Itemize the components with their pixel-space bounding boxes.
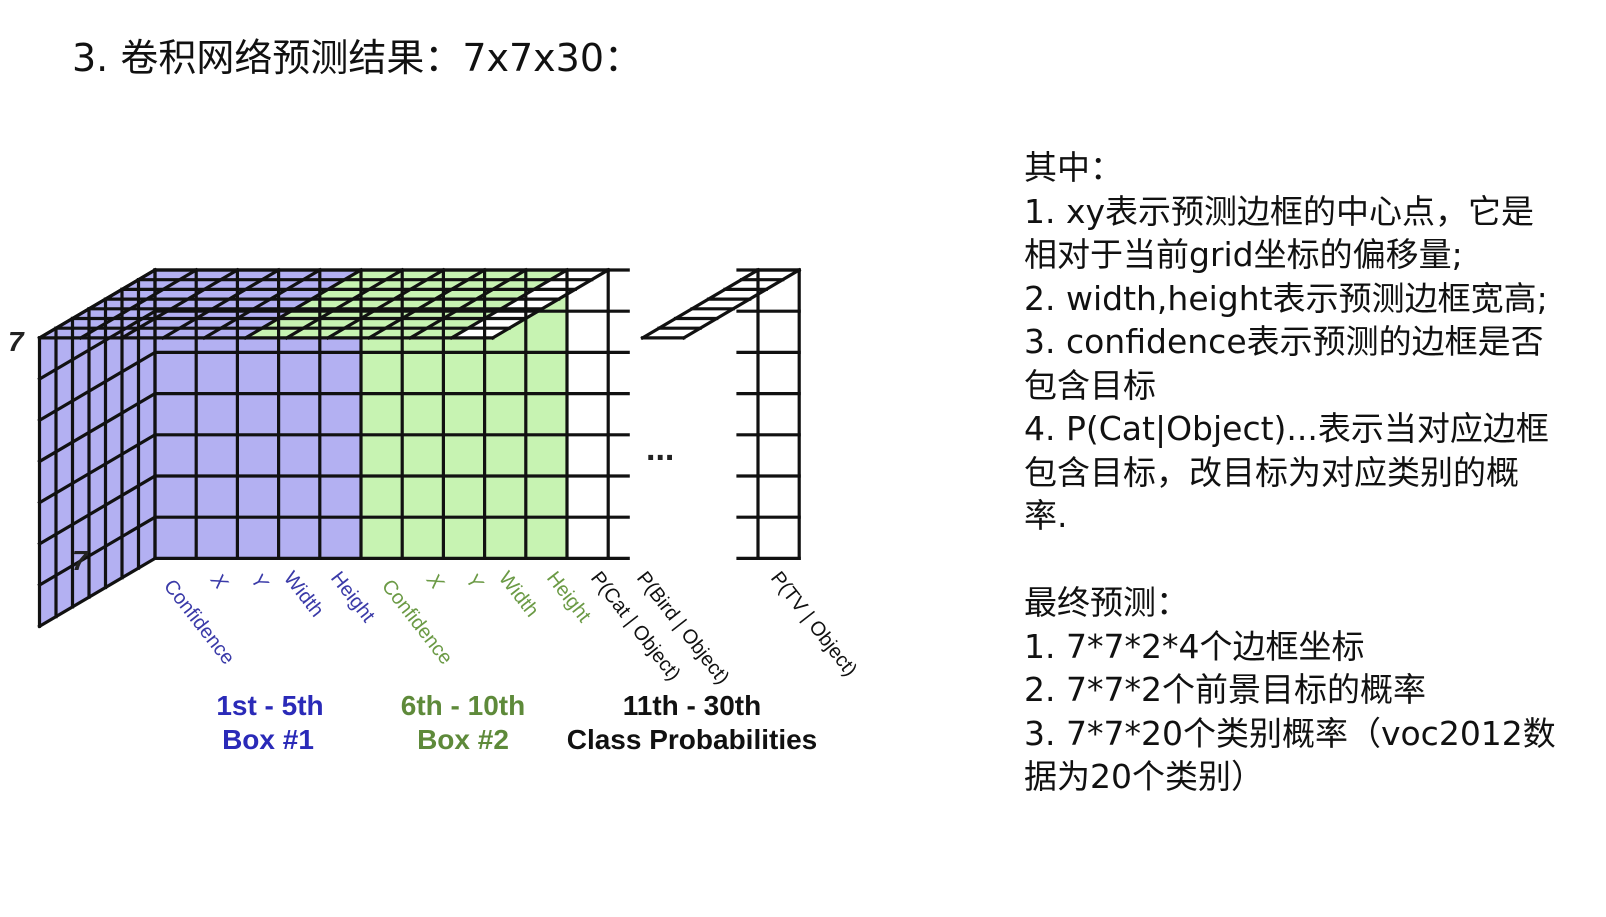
explanation-line: 率. <box>1024 496 1068 535</box>
tensor-cube <box>37 267 630 629</box>
final-prediction-heading: 最终预测： <box>1024 583 1189 622</box>
channel-label: X <box>205 569 232 594</box>
channel-labels: ConfidenceX Y WidthHeightConfidenceX Y Width… <box>159 568 861 689</box>
final-prediction-item: 1. 7*7*2*4个边框坐标 <box>1024 626 1365 666</box>
group-box2-caption: 6th - 10th Box #2 <box>401 690 525 755</box>
explanation-line: 1. xy表示预测边框的中心点，它是 <box>1024 191 1535 231</box>
group-classes-caption: 11th - 30th Class Probabilities <box>567 690 818 755</box>
explanation-heading: 其中： <box>1024 148 1123 187</box>
explanation-item-2: 2. width,height表示预测边框宽高; <box>1024 277 1594 321</box>
dimension-depth-label: 7 <box>72 545 89 576</box>
final-prediction-item: 3. 7*7*20个类别概率（voc2012数 <box>1024 713 1556 753</box>
channel-label: X <box>421 569 448 594</box>
channel-label: Height <box>326 568 379 627</box>
group-box2-name: Box #2 <box>417 724 509 755</box>
ellipsis: ... <box>646 430 674 468</box>
channel-label: P(TV | Object) <box>766 568 861 681</box>
class-probability-slab <box>640 267 802 561</box>
explanation-line: 相对于当前grid坐标的偏移量; <box>1024 235 1463 274</box>
explanation-line: 包含目标，改目标为对应类别的概 <box>1024 452 1519 492</box>
group-box1-caption: 1st - 5th Box #1 <box>216 690 323 755</box>
channel-label: Y <box>246 570 273 595</box>
page-title: 3. 卷积网络预测结果：7x7x30： <box>72 36 643 80</box>
channel-label: Height <box>542 568 595 627</box>
group-box1-name: Box #1 <box>222 724 314 755</box>
yolo-output-tensor-diagram: 7 7 ... ConfidenceX Y WidthHeightConfidenc… <box>8 267 861 755</box>
final-prediction-item: 据为20个类别） <box>1024 757 1264 796</box>
channel-label: Y <box>461 570 488 595</box>
final-prediction-item: 2. 7*7*2个前景目标的概率 <box>1024 670 1426 709</box>
explanation-line: 4. P(Cat|Object)...表示当对应边框 <box>1024 409 1549 448</box>
dimension-height-label: 7 <box>8 326 25 357</box>
group-box2-range: 6th - 10th <box>401 690 525 721</box>
front-column-fill <box>567 270 609 559</box>
channel-label: Width <box>279 568 328 622</box>
explanation-item-4: 4. P(Cat|Object)...表示当对应边框 包含目标，改目标为对应类别… <box>1024 407 1594 538</box>
group-classes-name: Class Probabilities <box>567 724 818 755</box>
group-classes-range: 11th - 30th <box>623 690 761 721</box>
explanation-line: 2. width,height表示预测边框宽高; <box>1024 278 1548 318</box>
slab-front-fill <box>758 270 800 559</box>
channel-label: Confidence <box>159 576 239 669</box>
channel-label: Confidence <box>377 576 457 669</box>
explanation-line: 包含目标 <box>1024 365 1156 405</box>
channel-label: Width <box>494 568 543 622</box>
explanation-panel: 其中： 1. xy表示预测边框的中心点，它是 相对于当前grid坐标的偏移量; … <box>1024 146 1594 799</box>
explanation-item-3: 3. confidence表示预测的边框是否 包含目标 <box>1024 320 1594 407</box>
explanation-line: 3. confidence表示预测的边框是否 <box>1024 322 1544 361</box>
explanation-item-1: 1. xy表示预测边框的中心点，它是 相对于当前grid坐标的偏移量; <box>1024 190 1594 277</box>
group-box1-range: 1st - 5th <box>216 690 323 721</box>
